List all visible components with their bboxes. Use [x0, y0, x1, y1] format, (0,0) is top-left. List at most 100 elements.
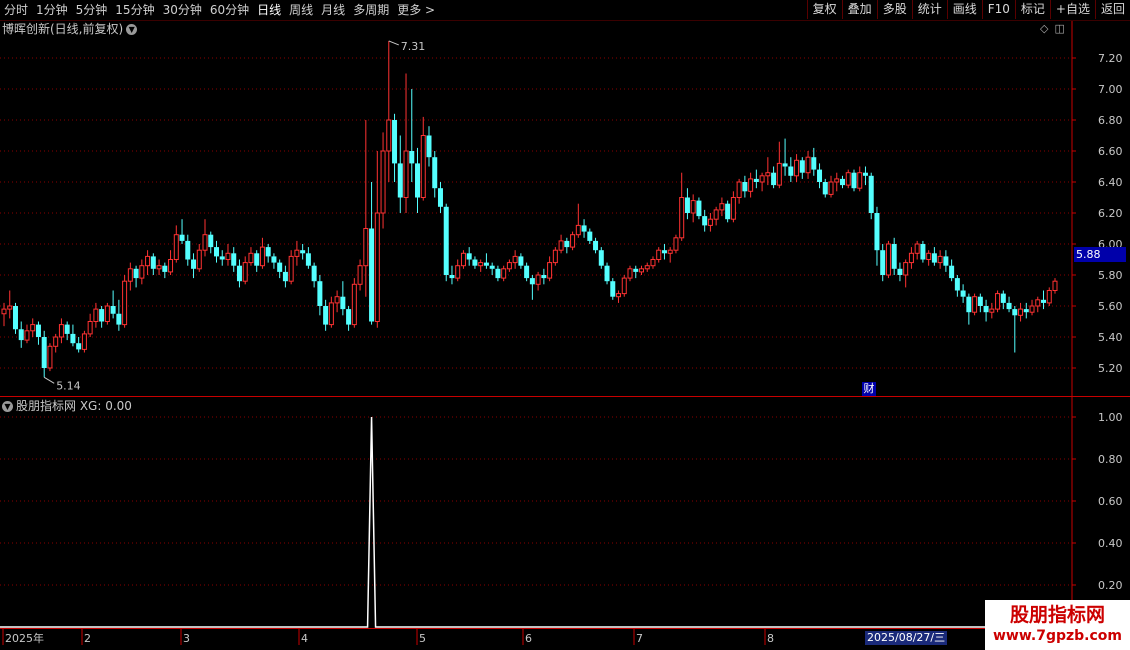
candle-body-up: [47, 345, 53, 369]
candle-body-down: [64, 324, 70, 334]
candle-body-down: [236, 265, 242, 282]
candle-body-down: [282, 271, 288, 282]
candle-body-down: [604, 265, 610, 282]
candle-body-down: [12, 306, 18, 330]
watermark-url: www.7gpzb.com: [992, 628, 1122, 644]
period-tab[interactable]: 分时: [0, 0, 32, 20]
price-tick-label: 7.00: [1098, 83, 1123, 96]
candle-body-down: [254, 253, 260, 266]
candle-body-up: [857, 172, 863, 189]
period-tab[interactable]: 1分钟: [32, 0, 72, 20]
low-pointer: [43, 376, 55, 384]
candle-body-up: [805, 156, 811, 174]
candle-body-up: [794, 159, 800, 177]
toolbar-button[interactable]: 复权: [806, 0, 842, 19]
time-label: 3: [183, 632, 190, 645]
indicator-tick-label: 0.40: [1098, 537, 1123, 550]
candle-body-up: [512, 255, 518, 264]
period-tab[interactable]: 更多 >: [393, 0, 439, 20]
candle-body-up: [403, 150, 409, 198]
price-tick-label: 6.60: [1098, 145, 1123, 158]
candle-body-up: [776, 162, 782, 186]
toolbar-button[interactable]: 标记: [1014, 0, 1050, 19]
candle-body-down: [897, 268, 903, 275]
candle-body-down: [954, 278, 960, 291]
finance-badge[interactable]: 财: [862, 382, 876, 396]
candle-body-down: [931, 253, 937, 263]
period-tab[interactable]: 月线: [317, 0, 349, 20]
toolbar-button[interactable]: 返回: [1094, 0, 1130, 19]
toolbar-button[interactable]: 多股: [876, 0, 912, 19]
candle-body-down: [340, 296, 346, 310]
indicator-title-text: 股朋指标网 XG: 0.00: [16, 399, 132, 413]
period-tab[interactable]: 5分钟: [72, 0, 112, 20]
candle-body-up: [1, 308, 7, 315]
candle-body-up: [972, 296, 978, 313]
candle-body-down: [587, 231, 593, 241]
candle-body-up: [242, 262, 248, 282]
grid-lines: [0, 57, 1072, 586]
candle-body-up: [196, 249, 202, 270]
chevron-down-icon[interactable]: ▼: [126, 24, 138, 35]
candlestick-series: [1, 40, 1058, 378]
candle-body-down: [466, 253, 472, 260]
toolbar-button[interactable]: F10: [981, 0, 1015, 19]
time-label: 6: [525, 632, 532, 645]
candle-body-down: [633, 268, 639, 272]
candle-body-up: [621, 277, 627, 295]
candle-body-down: [868, 175, 874, 213]
candle-body-down: [966, 296, 972, 313]
candle-body-down: [593, 240, 599, 251]
period-tab[interactable]: 30分钟: [159, 0, 206, 20]
period-tab[interactable]: 日线: [253, 0, 285, 20]
candle-body-up: [707, 218, 713, 226]
candle-body-down: [133, 268, 139, 279]
candle-body-up: [736, 181, 742, 198]
candle-body-down: [300, 250, 306, 254]
cursor-date: 2025/08/27/三: [865, 631, 948, 645]
diamond-icon[interactable]: ◇: [1040, 22, 1048, 36]
time-label: 4: [301, 632, 308, 645]
candle-body-up: [506, 262, 512, 270]
candle-body-up: [288, 255, 294, 282]
candle-body-down: [742, 182, 748, 192]
candle-body-down: [185, 240, 191, 260]
candle-body-up: [7, 305, 13, 310]
candle-body-up: [748, 178, 754, 192]
candle-body-down: [495, 268, 501, 279]
candle-body-up: [1046, 290, 1052, 304]
candle-body-up: [145, 255, 151, 267]
candle-body-up: [30, 324, 36, 332]
candle-body-down: [305, 253, 311, 266]
candle-body-down: [960, 290, 966, 297]
candle-body-up: [225, 252, 231, 261]
watermark-title: 股朋指标网: [1009, 604, 1105, 626]
candle-body-down: [70, 333, 76, 344]
candle-body-up: [650, 259, 656, 267]
candle-body-up: [616, 293, 622, 298]
candle-body-down: [99, 309, 105, 322]
candle-body-up: [638, 268, 644, 273]
toolbar-button[interactable]: 画线: [946, 0, 982, 19]
toolbar-button[interactable]: 叠加: [841, 0, 877, 19]
candle-body-down: [415, 163, 421, 198]
time-axis: 2025年 2 3 4 5 6 7 8: [2, 629, 774, 645]
period-tab[interactable]: 周线: [285, 0, 317, 20]
candle-body-down: [880, 250, 886, 275]
chevron-down-icon[interactable]: ▼: [2, 401, 13, 412]
period-tab[interactable]: 60分钟: [206, 0, 253, 20]
candle-body-down: [1000, 293, 1006, 303]
kline-chart[interactable]: 7.207.006.806.606.406.206.005.805.605.40…: [0, 0, 1130, 650]
candle-body-down: [529, 278, 535, 285]
indicator-title: ▼ 股朋指标网 XG: 0.00: [2, 398, 132, 414]
panel-toggle-icon[interactable]: ◫: [1054, 22, 1064, 36]
period-tab[interactable]: 多周期: [349, 0, 393, 20]
toolbar-button[interactable]: +自选: [1049, 0, 1095, 19]
period-tab[interactable]: 15分钟: [111, 0, 158, 20]
candle-body-down: [443, 206, 449, 275]
toolbar-button[interactable]: 统计: [911, 0, 947, 19]
candle-body-up: [679, 197, 685, 239]
candle-body-down: [311, 265, 317, 282]
candle-body-up: [713, 209, 719, 220]
indicator-series: [0, 416, 1072, 628]
